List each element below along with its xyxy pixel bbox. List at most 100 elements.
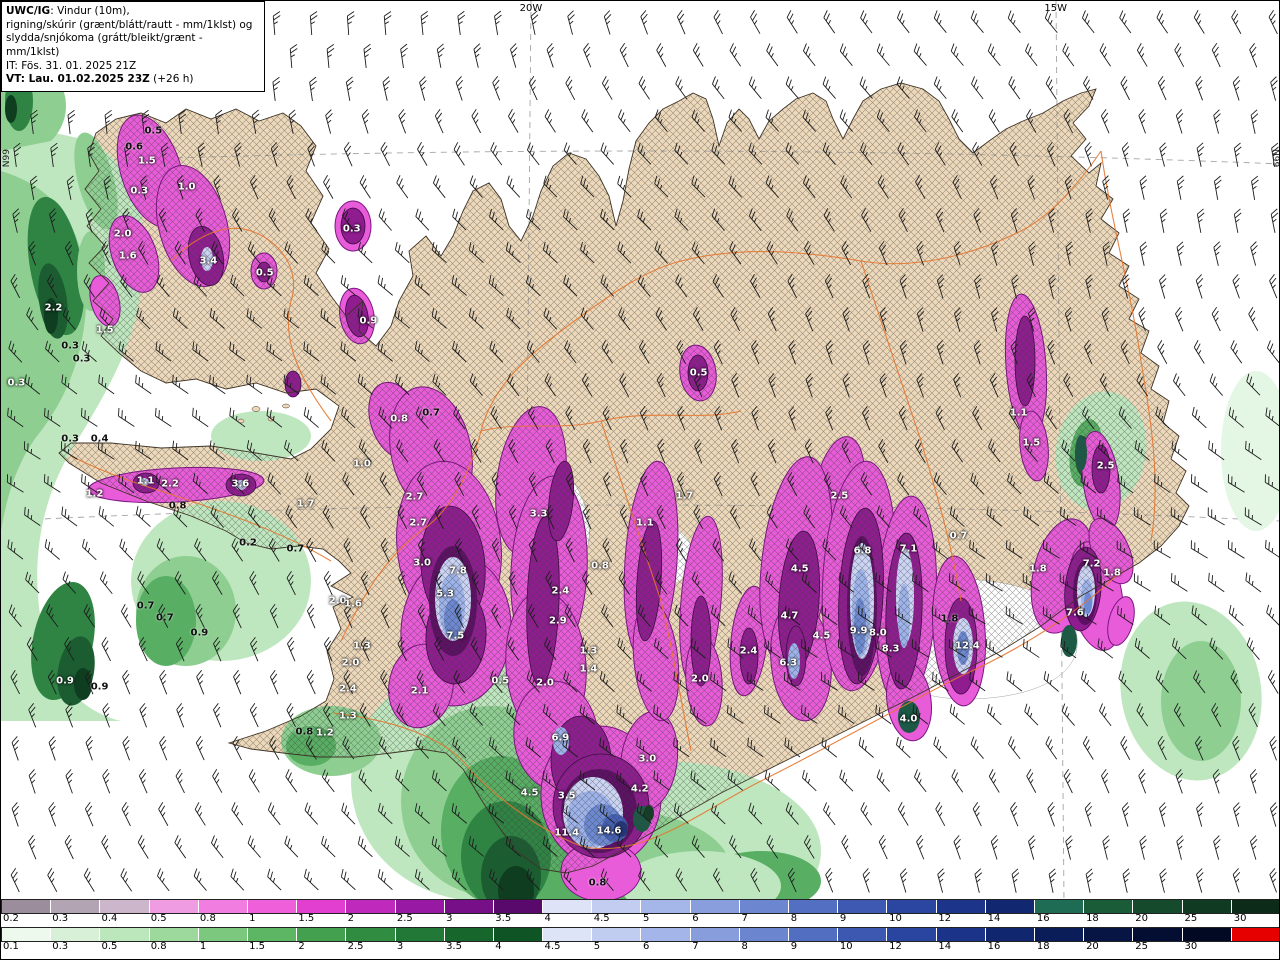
colorbar-tick-label: 7 [692, 941, 699, 952]
colorbar-snow-strip [1, 899, 1279, 914]
colorbar-tick-label: 2.5 [347, 941, 364, 952]
colorbar-segment [100, 900, 150, 913]
colorbar-segment [297, 900, 347, 913]
colorbar-tick-label: 10 [839, 941, 853, 952]
colorbar-segment [690, 928, 740, 941]
colorbar-segment [641, 928, 691, 941]
colorbar-segment [149, 928, 199, 941]
colorbar-segment [1133, 928, 1183, 941]
colorbar-segment [247, 928, 298, 941]
colorbar-tick-label: 14 [987, 913, 1001, 924]
colorbar-segment [1231, 928, 1279, 941]
colorbar-segment [2, 928, 52, 941]
colorbar-tick-label: 3 [396, 941, 404, 952]
colorbar-segment [936, 900, 986, 913]
colorbar-segment [887, 900, 937, 913]
colorbar-segment [739, 900, 789, 913]
colorbar-segment [395, 928, 445, 941]
colorbar-segment [887, 928, 937, 941]
colorbar-segment [149, 900, 199, 913]
colorbar-tick-label: 30 [1233, 913, 1247, 924]
title-box: UWC/IG: Vindur (10m), rigning/skúrir (gr… [1, 1, 265, 92]
colorbar-segment [1034, 900, 1085, 913]
colorbar-tick-label: 0.5 [101, 941, 118, 952]
colorbar-segment [444, 928, 494, 941]
colorbar-segment [198, 928, 248, 941]
colorbar-tick-label: 20 [1086, 941, 1099, 952]
colorbar-segment [985, 900, 1035, 913]
colorbar-segment [395, 900, 445, 913]
colorbar-tick-label: 25 [1184, 913, 1198, 924]
colorbar-tick-label: 0.4 [101, 913, 118, 924]
colorbar-tick-label: 7 [741, 913, 748, 924]
colorbar-tick-label: 1 [199, 941, 207, 952]
colorbar-tick-label: 10 [889, 913, 902, 924]
colorbar-rain: 0.1 0.3 0.5 0.8 1 1.5 2 2.5 3 3.5 4 4.5 5 6 7 8 9 10 12 14 1… [1, 927, 1279, 955]
colorbar-segment [838, 928, 888, 941]
colorbar-snow: 0.2 0.3 0.4 0.5 0.8 1 1.5 2 2.5 3 3.5 4 4.5 5 6 7 8 9 10 12… [1, 899, 1279, 927]
colorbar-tick-label: 16 [1036, 913, 1050, 924]
title-line-3: slydda/snjókoma (grátt/bleikt/grænt - mm… [6, 32, 203, 58]
colorbar-segment [543, 928, 593, 941]
weather-forecast-map: 0.5 0.6 1.5 0.3 1.0 2.0 1.6 3.4 0.3 0.5 2.2 1.5 0.3 0… [0, 0, 1280, 960]
colorbar-segment [838, 900, 888, 913]
colorbar-segment [346, 928, 396, 941]
colorbar-segment [1182, 900, 1232, 913]
colorbar-tick-label: 2.5 [396, 913, 413, 924]
colorbar-segment [936, 928, 986, 941]
colorbar-segment [1182, 928, 1232, 941]
freezing-hatch-layer [59, 83, 1189, 873]
colorbar-segment [1231, 900, 1279, 913]
colorbar-tick-label: 0.8 [150, 941, 167, 952]
colorbar-segment [51, 928, 101, 941]
colorbar-segment [1034, 928, 1085, 941]
colorbar-segment [198, 900, 248, 913]
colorbar-segment [346, 900, 396, 913]
colorbar-tick-label: 6 [692, 913, 699, 924]
longitude-label: 20W [519, 3, 543, 14]
colorbar-segment [247, 900, 298, 913]
colorbar-rain-strip [1, 927, 1279, 942]
colorbar-rain-labels: 0.1 0.3 0.5 0.8 1 1.5 2 2.5 3 3.5 4 4.5 5 6 7 8 9 10 12 14 1… [1, 941, 1279, 955]
colorbar-segment [1084, 900, 1134, 913]
colorbar-tick-label: 3.5 [446, 941, 462, 952]
colorbar-tick-label: 9 [790, 941, 798, 952]
colorbar-tick-label: 5 [643, 913, 650, 924]
colorbar-tick-label: 1.5 [249, 941, 266, 952]
colorbar-segment [493, 928, 544, 941]
colorbar-tick-label: 25 [1135, 941, 1149, 952]
init-time: IT: Fös. 31. 01. 2025 21Z [6, 59, 137, 72]
colorbar-tick-label: 0.1 [3, 941, 19, 952]
colorbar-segment [985, 928, 1035, 941]
colorbar-tick-label: 8 [790, 913, 798, 924]
colorbar-tick-label: 4.5 [593, 913, 610, 924]
colorbar-tick-label: 0.8 [199, 913, 216, 924]
colorbar-tick-label: 18 [1086, 913, 1099, 924]
colorbar-tick-label: 4.5 [544, 941, 561, 952]
colorbar-tick-label: 4 [495, 941, 502, 952]
map-svg [1, 1, 1279, 901]
legend-colorbars: 0.2 0.3 0.4 0.5 0.8 1 1.5 2 2.5 3 3.5 4 4.5 5 6 7 8 9 10 12… [1, 899, 1279, 959]
colorbar-segment [789, 900, 839, 913]
colorbar-tick-label: 0.3 [52, 941, 69, 952]
colorbar-tick-label: 4 [544, 913, 551, 924]
colorbar-segment [690, 900, 740, 913]
colorbar-tick-label: 3 [446, 913, 453, 924]
edge-label-left: N99 [2, 149, 12, 168]
colorbar-tick-label: 14 [938, 941, 952, 952]
longitude-label: 15W [1044, 3, 1068, 14]
colorbar-segment [1084, 928, 1134, 941]
colorbar-segment [592, 900, 642, 913]
colorbar-segment [2, 900, 52, 913]
title-line-1: UWC/IG: Vindur (10m), [6, 5, 130, 17]
colorbar-tick-label: 3.5 [495, 913, 512, 924]
colorbar-tick-label: 2 [298, 941, 305, 952]
colorbar-tick-label: 12 [938, 913, 952, 924]
colorbar-segment [1133, 900, 1183, 913]
colorbar-tick-label: 5 [593, 941, 601, 952]
colorbar-segment [789, 928, 839, 941]
colorbar-tick-label: 30 [1184, 941, 1198, 952]
colorbar-snow-labels: 0.2 0.3 0.4 0.5 0.8 1 1.5 2 2.5 3 3.5 4 4.5 5 6 7 8 9 10 12… [1, 913, 1279, 927]
colorbar-tick-label: 18 [1036, 941, 1050, 952]
colorbar-segment [297, 928, 347, 941]
